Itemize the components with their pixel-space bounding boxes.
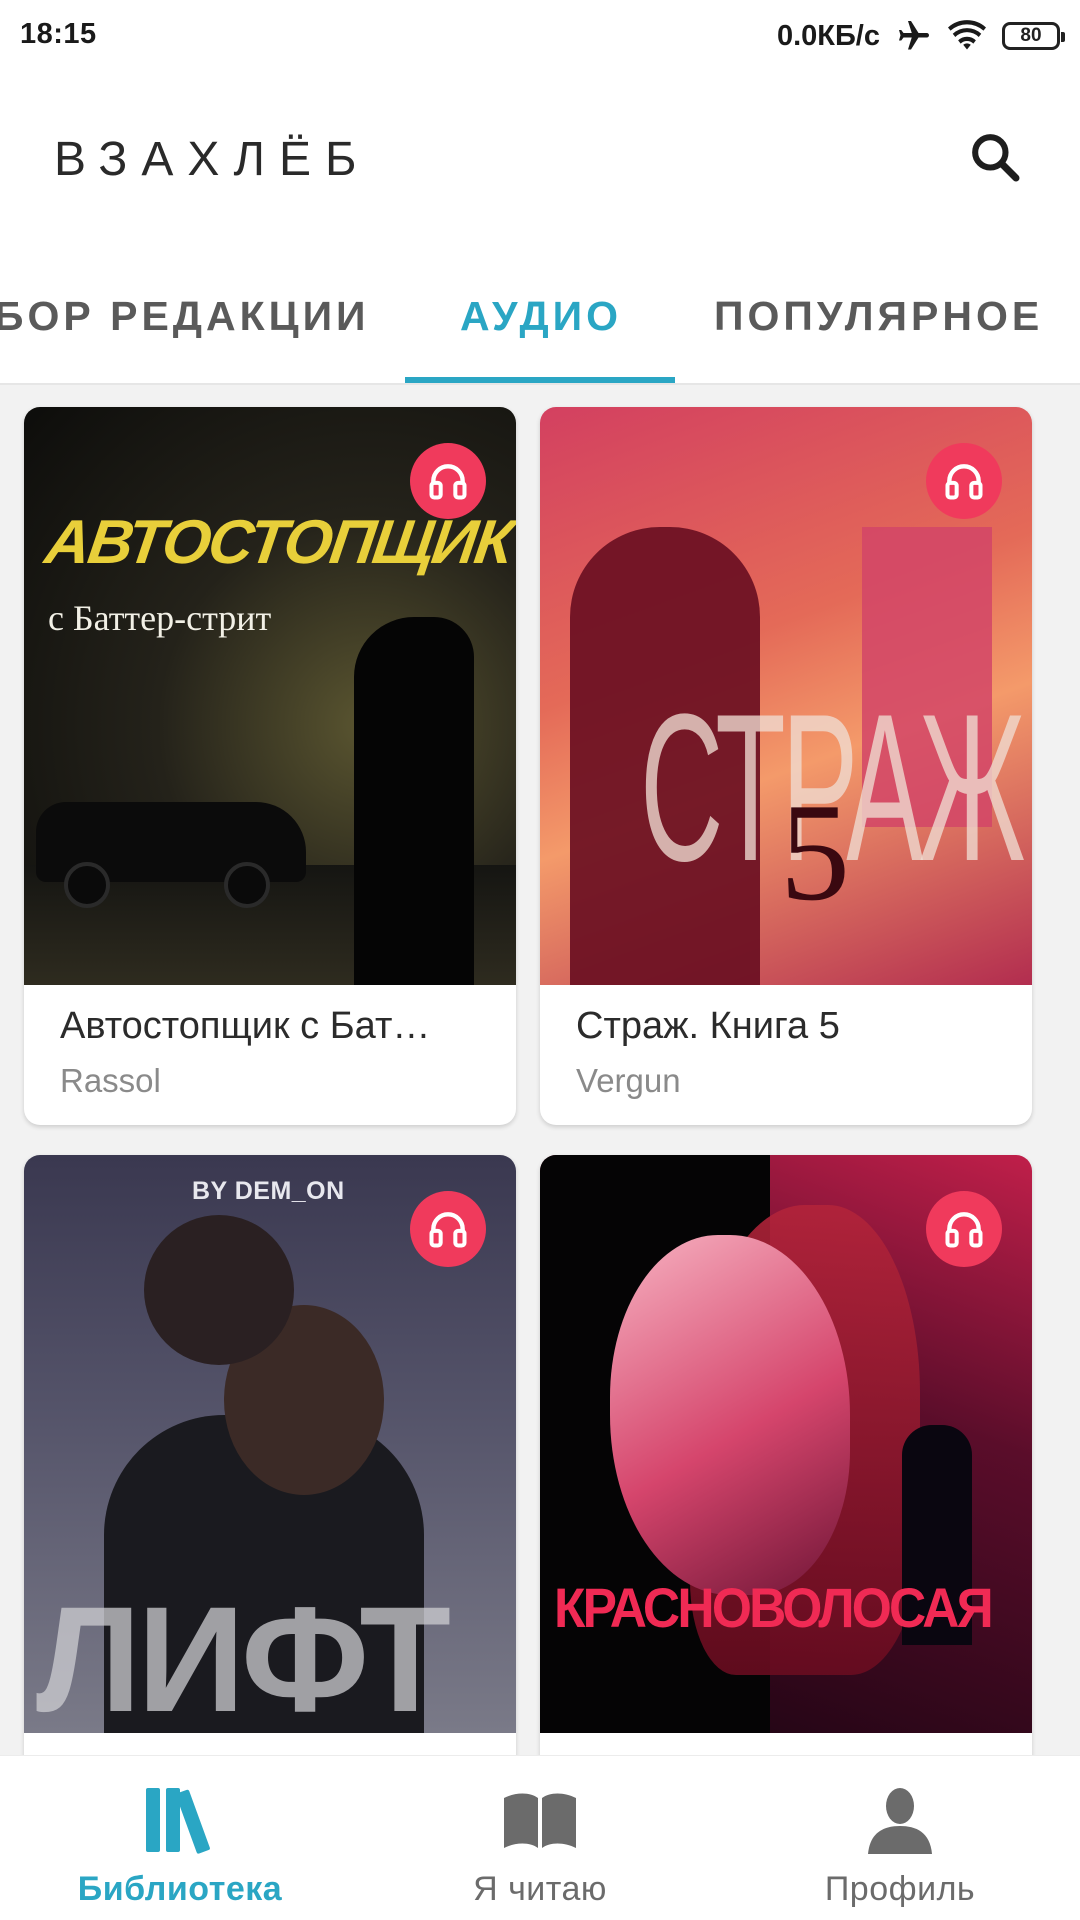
search-button[interactable] <box>960 122 1030 192</box>
audio-badge <box>410 443 486 519</box>
airplane-icon <box>896 18 932 54</box>
book-cover: BY DEM_ON ЛИФТ <box>24 1155 516 1733</box>
nav-reading-label: Я читаю <box>473 1870 607 1908</box>
tab-editors-choice[interactable]: БОР РЕДАКЦИИ <box>0 293 370 340</box>
tab-popular[interactable]: ПОПУЛЯРНОЕ <box>714 293 1043 340</box>
book-meta: Автостопщик с Бат… Rassol <box>24 985 516 1100</box>
cover-wheel <box>224 862 270 908</box>
book-card[interactable]: КРАСНОВОЛОСАЯ <box>540 1155 1032 1755</box>
book-meta: Страж. Книга 5 Vergun <box>540 985 1032 1100</box>
book-grid: АВТОСТОПЩИК с Баттер-стрит Автостопщик с… <box>0 385 1080 1755</box>
open-book-icon <box>502 1782 578 1858</box>
audio-badge <box>926 1191 1002 1267</box>
battery-level: 80 <box>1020 25 1042 46</box>
book-card[interactable]: АВТОСТОПЩИК с Баттер-стрит Автостопщик с… <box>24 407 516 1125</box>
cover-number: 5 <box>780 775 850 930</box>
cover-wheel <box>64 862 110 908</box>
nav-library-label: Библиотека <box>77 1870 283 1908</box>
headphones-icon <box>945 1212 983 1248</box>
app-title: ВЗАХЛЁБ <box>54 133 371 186</box>
battery-icon: 80 <box>1002 22 1065 50</box>
audio-badge <box>410 1191 486 1267</box>
audio-badge <box>926 443 1002 519</box>
search-icon <box>972 134 1020 182</box>
nav-library[interactable]: Библиотека <box>0 1756 360 1920</box>
book-title: Страж. Книга 5 <box>576 1005 840 1047</box>
bottom-nav: Библиотека Я читаю Профиль <box>0 1755 1080 1920</box>
cover-title: ЛИФТ <box>36 1575 451 1733</box>
network-speed: 0.0КБ/с <box>776 19 880 52</box>
nav-profile[interactable]: Профиль <box>720 1756 1080 1920</box>
cover-figure <box>144 1215 294 1365</box>
headphones-icon <box>429 1212 467 1248</box>
book-cover: АВТОСТОПЩИК с Баттер-стрит <box>24 407 516 985</box>
book-title: Автостопщик с Бат… <box>60 1005 431 1047</box>
nav-profile-label: Профиль <box>824 1870 976 1908</box>
tab-bar: БОР РЕДАКЦИИ АУДИО ПОПУЛЯРНОЕ <box>0 255 1080 385</box>
profile-icon <box>864 1782 936 1858</box>
book-author: Vergun <box>576 1062 681 1099</box>
library-icon <box>142 1782 218 1858</box>
book-cover: СТРАЖ 5 <box>540 407 1032 985</box>
tab-indicator <box>405 377 675 383</box>
wifi-icon <box>948 19 986 53</box>
book-card[interactable]: СТРАЖ 5 Страж. Книга 5 Vergun <box>540 407 1032 1125</box>
cover-subtitle: с Баттер-стрит <box>48 598 272 638</box>
tab-audio[interactable]: АУДИО <box>460 293 622 340</box>
app-bar: ВЗАХЛЁБ <box>0 72 1080 252</box>
cover-figure <box>354 617 474 985</box>
status-time: 18:15 <box>20 18 97 50</box>
cover-title: КРАСНОВОЛОСАЯ <box>554 1576 994 1639</box>
status-right: 0.0КБ/с 80 <box>776 14 1065 58</box>
status-bar: 18:15 0.0КБ/с 80 <box>0 0 1080 72</box>
headphones-icon <box>429 464 467 500</box>
cover-byline: BY DEM_ON <box>192 1177 345 1205</box>
cover-figure <box>610 1235 850 1595</box>
book-author: Rassol <box>60 1062 161 1099</box>
nav-reading[interactable]: Я читаю <box>360 1756 720 1920</box>
headphones-icon <box>945 464 983 500</box>
book-cover: КРАСНОВОЛОСАЯ <box>540 1155 1032 1733</box>
book-card[interactable]: BY DEM_ON ЛИФТ <box>24 1155 516 1755</box>
